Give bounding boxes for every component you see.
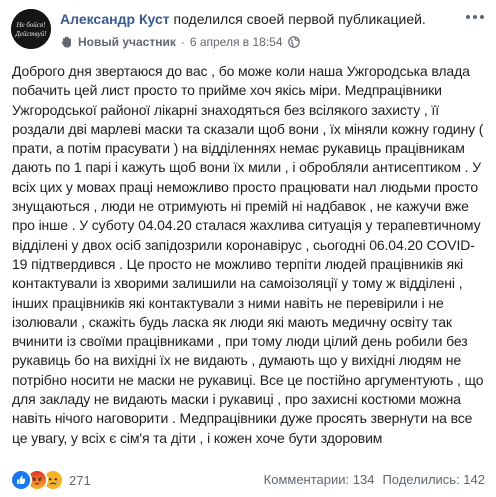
options-dot (466, 15, 470, 19)
globe-icon[interactable] (287, 36, 300, 48)
author-avatar[interactable]: Не бойся! Действуй! (11, 9, 51, 49)
post-timestamp-link[interactable]: 6 апреля в 18:54 (190, 34, 283, 50)
post-header: Александр Куст поделился своей первой пу… (60, 9, 460, 29)
post-meta: Новый участник · 6 апреля в 18:54 (60, 34, 300, 50)
post-action-text: поделился своей первой публикацией. (173, 11, 426, 27)
meta-separator: · (180, 35, 185, 49)
author-name-link[interactable]: Александр Куст (60, 11, 170, 27)
reactions-summary[interactable]: 271 (10, 468, 91, 492)
shares-count-link[interactable]: Поделились: 142 (382, 472, 485, 487)
new-member-hand-icon (60, 35, 74, 49)
new-member-badge[interactable]: Новый участник (78, 34, 176, 50)
options-dot (473, 15, 477, 19)
more-options-icon[interactable] (464, 9, 486, 25)
avatar-text-1: Не бойся! (15, 21, 46, 29)
avatar-text-2: Действуй! (14, 30, 47, 38)
options-dot (480, 15, 484, 19)
like-reaction-icon (10, 469, 32, 491)
feed-post: Не бойся! Действуй! Александр Куст подел… (0, 0, 496, 497)
engagement-stats: Комментарии: 134 Поделились: 142 (264, 468, 485, 492)
comments-count-link[interactable]: Комментарии: 134 (264, 472, 375, 487)
post-footer: 271 Комментарии: 134 Поделились: 142 (0, 468, 496, 492)
reactions-count[interactable]: 271 (69, 473, 91, 488)
post-body-text: Доброго дня звертаюся до вас , бо може к… (12, 63, 484, 446)
